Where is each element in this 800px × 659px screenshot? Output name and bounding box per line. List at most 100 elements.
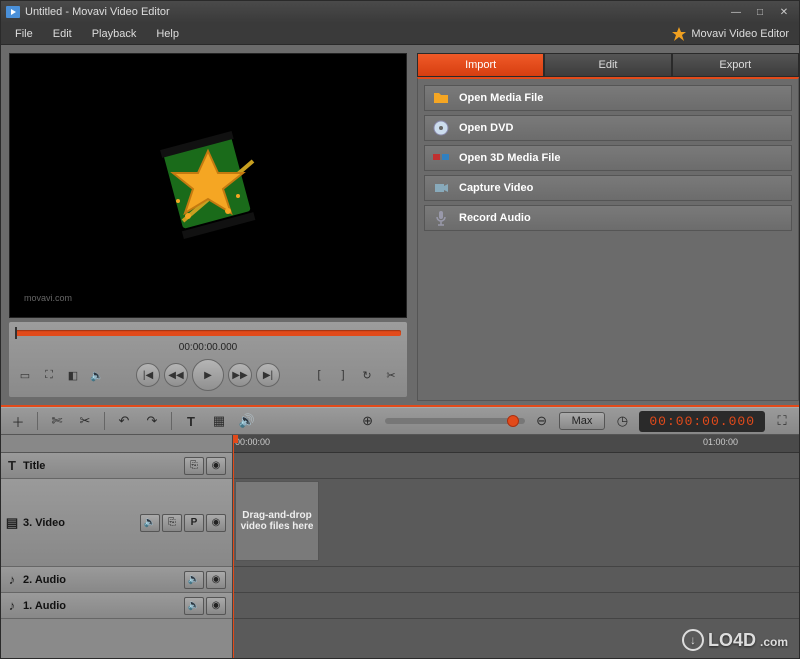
split-icon[interactable]: ✂ — [74, 411, 96, 431]
import-action-list: Open Media File Open DVD Open 3D Media F… — [417, 77, 799, 401]
upper-area: movavi.com 00:00:00.000 ▭ ⛶ ◧ 🔈 |◀ ◀◀ ▶ … — [1, 45, 799, 407]
markout-icon[interactable]: ] — [333, 366, 353, 384]
menu-playback[interactable]: Playback — [82, 25, 147, 43]
crop-icon[interactable]: ✂ — [381, 366, 401, 384]
transport-timecode: 00:00:00.000 — [15, 342, 401, 353]
mute-icon[interactable]: 🔈 — [140, 514, 160, 532]
brand-icon — [671, 26, 687, 42]
expand-icon[interactable]: ⛶ — [771, 411, 793, 431]
minimize-button[interactable]: — — [725, 4, 747, 20]
mode-tabs: Import Edit Export — [417, 53, 799, 77]
tab-export[interactable]: Export — [672, 53, 799, 77]
audio-track-icon: ♪ — [1, 598, 23, 613]
link-icon[interactable]: ⎘ — [184, 457, 204, 475]
preview-watermark: movavi.com — [24, 293, 72, 303]
app-window: Untitled - Movavi Video Editor — □ ✕ Fil… — [0, 0, 800, 659]
separator — [37, 412, 38, 430]
record-audio-button[interactable]: Record Audio — [424, 205, 792, 231]
visibility-icon[interactable]: ◉ — [206, 457, 226, 475]
progress-marker[interactable] — [15, 327, 17, 339]
open-3d-media-button[interactable]: Open 3D Media File — [424, 145, 792, 171]
visibility-icon[interactable]: ◉ — [206, 514, 226, 532]
mute-icon[interactable]: 🔈 — [184, 571, 204, 589]
preview-screen[interactable]: movavi.com — [9, 53, 407, 318]
disc-icon — [433, 120, 449, 136]
fullscreen-icon[interactable]: ⛶ — [39, 366, 59, 384]
capture-video-button[interactable]: Capture Video — [424, 175, 792, 201]
loop-icon[interactable]: ↻ — [357, 366, 377, 384]
3d-glasses-icon — [433, 150, 449, 166]
track-head-audio1[interactable]: ♪ 1. Audio 🔈 ◉ — [1, 593, 232, 619]
next-button[interactable]: ▶| — [256, 363, 280, 387]
timeline-timecode: 00:00:00.000 — [639, 411, 765, 432]
snapshot-icon[interactable]: ◧ — [63, 366, 83, 384]
track-head-title[interactable]: T Title ⎘ ◉ — [1, 453, 232, 479]
titlebar: Untitled - Movavi Video Editor — □ ✕ — [1, 1, 799, 23]
track-head-video[interactable]: ▤ 3. Video 🔈 ⎘ P ◉ — [1, 479, 232, 567]
camera-icon — [433, 180, 449, 196]
maximize-button[interactable]: □ — [749, 4, 771, 20]
zoom-in-icon[interactable]: ⊕ — [357, 411, 379, 431]
lane-audio2[interactable] — [233, 567, 799, 593]
playhead[interactable] — [233, 435, 234, 658]
zoom-out-icon[interactable]: ⊖ — [531, 411, 553, 431]
tab-import[interactable]: Import — [417, 53, 544, 77]
markin-icon[interactable]: [ — [309, 366, 329, 384]
link-icon[interactable]: ⎘ — [162, 514, 182, 532]
video-dropzone[interactable]: Drag-and-drop video files here — [235, 481, 319, 561]
track-headers: T Title ⎘ ◉ ▤ 3. Video 🔈 ⎘ P ◉ ♪ 2. — [1, 435, 233, 658]
close-button[interactable]: ✕ — [773, 4, 795, 20]
audio-track-icon: ♪ — [1, 572, 23, 587]
time-ruler[interactable]: 00:00:00 01:00:00 — [233, 435, 799, 453]
lane-audio1[interactable] — [233, 593, 799, 619]
open-media-file-button[interactable]: Open Media File — [424, 85, 792, 111]
visibility-icon[interactable]: ◉ — [206, 597, 226, 615]
separator — [171, 412, 172, 430]
transport-panel: 00:00:00.000 ▭ ⛶ ◧ 🔈 |◀ ◀◀ ▶ ▶▶ ▶| [ ] ↻ — [9, 322, 407, 397]
cut-icon[interactable]: ✄ — [46, 411, 68, 431]
window-title: Untitled - Movavi Video Editor — [25, 6, 725, 18]
tab-edit[interactable]: Edit — [544, 53, 671, 77]
prev-button[interactable]: |◀ — [136, 363, 160, 387]
volume-icon[interactable]: 🔈 — [87, 366, 107, 384]
menu-help[interactable]: Help — [146, 25, 189, 43]
right-panel: Import Edit Export Open Media File Open … — [415, 45, 799, 405]
zoom-max-button[interactable]: Max — [559, 412, 606, 430]
ruler-spacer — [1, 435, 232, 453]
separator — [104, 412, 105, 430]
audio-tool-icon[interactable]: 🔊 — [236, 411, 258, 431]
zoom-knob[interactable] — [507, 415, 519, 427]
preview-panel: movavi.com 00:00:00.000 ▭ ⛶ ◧ 🔈 |◀ ◀◀ ▶ … — [1, 45, 415, 405]
track-head-audio2[interactable]: ♪ 2. Audio 🔈 ◉ — [1, 567, 232, 593]
microphone-icon — [433, 210, 449, 226]
progress-bar[interactable] — [15, 330, 401, 336]
app-icon — [5, 4, 21, 20]
brand-label: Movavi Video Editor — [665, 26, 795, 42]
ruler-mark: 00:00:00 — [235, 437, 270, 447]
title-track-icon: T — [1, 458, 23, 473]
visibility-icon[interactable]: ◉ — [206, 571, 226, 589]
open-dvd-button[interactable]: Open DVD — [424, 115, 792, 141]
site-watermark: ↓ LO4D.com — [682, 629, 788, 651]
lane-video[interactable]: Drag-and-drop video files here — [233, 479, 799, 567]
zoom-slider[interactable] — [385, 418, 525, 424]
add-track-icon[interactable]: ＋ — [7, 411, 29, 431]
lane-title[interactable] — [233, 453, 799, 479]
splash-graphic — [133, 111, 283, 261]
menubar: File Edit Playback Help Movavi Video Edi… — [1, 23, 799, 45]
folder-icon — [433, 90, 449, 106]
menu-edit[interactable]: Edit — [43, 25, 82, 43]
mute-icon[interactable]: 🔈 — [184, 597, 204, 615]
redo-icon[interactable]: ↷ — [141, 411, 163, 431]
undo-icon[interactable]: ↶ — [113, 411, 135, 431]
aspect-icon[interactable]: ▭ — [15, 366, 35, 384]
rewind-button[interactable]: ◀◀ — [164, 363, 188, 387]
forward-button[interactable]: ▶▶ — [228, 363, 252, 387]
play-button[interactable]: ▶ — [192, 359, 224, 391]
clock-icon[interactable]: ◷ — [611, 411, 633, 431]
properties-icon[interactable]: P — [184, 514, 204, 532]
transition-icon[interactable]: ▦ — [208, 411, 230, 431]
text-tool-icon[interactable]: T — [180, 411, 202, 431]
menu-file[interactable]: File — [5, 25, 43, 43]
ruler-mark: 01:00:00 — [703, 437, 738, 447]
